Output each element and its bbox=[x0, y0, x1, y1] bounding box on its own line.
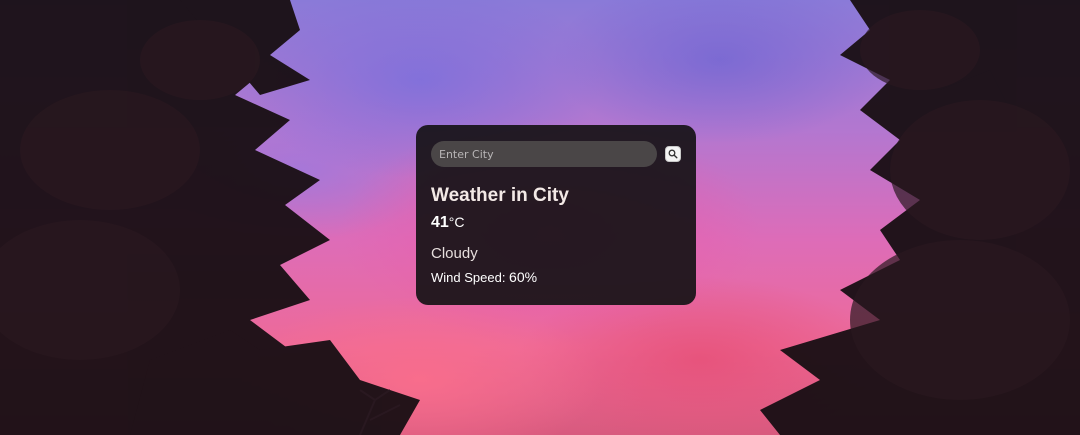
search-bar bbox=[431, 141, 681, 167]
temperature-unit: °C bbox=[448, 214, 465, 230]
search-icon bbox=[668, 149, 678, 159]
temperature-display: 41°C bbox=[431, 212, 681, 233]
weather-condition: Cloudy bbox=[431, 245, 478, 262]
wind-speed: Wind Speed: 60% bbox=[431, 269, 681, 286]
weather-card: Weather in City 41°C Cloudy Wind Speed: … bbox=[416, 125, 696, 305]
temperature-value: 41 bbox=[431, 214, 449, 231]
city-search-input[interactable] bbox=[431, 141, 657, 167]
search-button[interactable] bbox=[665, 146, 681, 162]
wind-speed-label: Wind Speed: bbox=[431, 270, 510, 285]
wind-speed-value: 60% bbox=[509, 269, 538, 285]
city-title: Weather in City bbox=[431, 185, 569, 206]
